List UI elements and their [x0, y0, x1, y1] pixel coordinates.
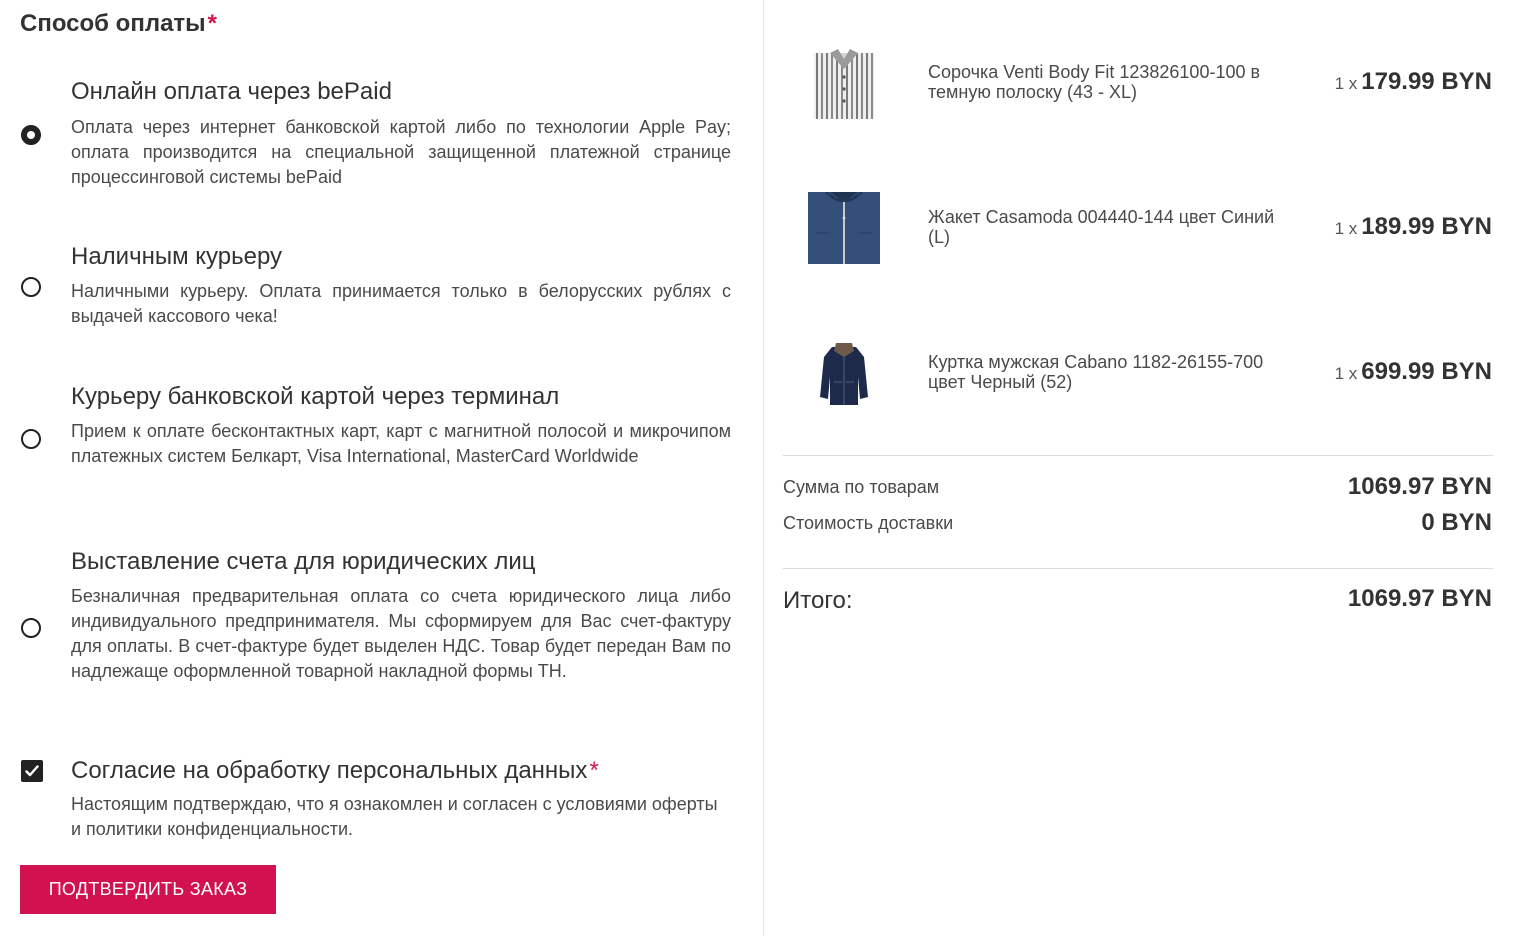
check-icon — [25, 765, 39, 777]
item-name[interactable]: Куртка мужская Cabano 1182-26155-700 цве… — [928, 352, 1298, 392]
subtotal-value: 1069.97 BYN — [1347, 473, 1492, 500]
item-name[interactable]: Сорочка Venti Body Fit 123826100-100 в т… — [928, 62, 1298, 102]
item-price: 1 x 189.99 BYN — [1335, 213, 1492, 241]
consent-checkbox[interactable] — [21, 760, 43, 782]
option-title[interactable]: Наличным курьеру — [71, 243, 282, 271]
option-description: Оплата через интернет банковской картой … — [71, 117, 731, 187]
option-description: Прием к оплате бесконтактных карт, карт … — [71, 421, 731, 466]
option-title[interactable]: Курьеру банковской картой через терминал — [71, 383, 559, 411]
shirt-thumbnail[interactable] — [808, 47, 880, 119]
subtotal-label: Сумма по товарам — [783, 477, 940, 497]
option-title[interactable]: Выставление счета для юридических лиц — [71, 548, 536, 576]
order-summary-panel: Сорочка Venti Body Fit 123826100-100 в т… — [764, 0, 1513, 936]
item-qty: 1 x — [1334, 74, 1358, 93]
radio-card-terminal[interactable] — [21, 429, 41, 449]
coat-thumbnail[interactable] — [808, 337, 880, 409]
total-label: Итого: — [783, 587, 853, 614]
radio-invoice[interactable] — [21, 618, 41, 638]
option-description: Безналичная предварительная оплата со сч… — [71, 586, 731, 681]
radio-cash-courier[interactable] — [21, 277, 41, 297]
payment-section-title: Способ оплаты* — [20, 10, 217, 38]
jacket-thumbnail[interactable] — [808, 190, 880, 264]
payment-panel: Способ оплаты* Онлайн оплата через bePai… — [0, 0, 762, 936]
item-qty: 1 x — [1334, 364, 1358, 383]
consent-description: Настоящим подтверждаю, что я ознакомлен … — [71, 794, 718, 839]
item-name[interactable]: Жакет Casamoda 004440-144 цвет Синий (L) — [928, 207, 1298, 247]
cart-item: Сорочка Venti Body Fit 123826100-100 в т… — [764, 42, 1513, 122]
item-price: 1 x 699.99 BYN — [1335, 358, 1492, 386]
required-mark: * — [589, 757, 599, 784]
consent-title[interactable]: Согласие на обработку персональных данны… — [71, 757, 599, 785]
option-title[interactable]: Онлайн оплата через bePaid — [71, 78, 392, 106]
total-divider — [783, 568, 1493, 569]
item-price-value: 699.99 BYN — [1361, 358, 1492, 385]
option-description: Наличными курьеру. Оплата принимается то… — [71, 281, 731, 326]
item-price: 1 x 179.99 BYN — [1335, 68, 1492, 96]
cart-item: Жакет Casamoda 004440-144 цвет Синий (L)… — [764, 187, 1513, 267]
delivery-label: Стоимость доставки — [783, 513, 954, 533]
cart-item: Куртка мужская Cabano 1182-26155-700 цве… — [764, 332, 1513, 412]
item-qty: 1 x — [1334, 219, 1358, 238]
item-price-value: 179.99 BYN — [1361, 68, 1492, 95]
delivery-value: 0 BYN — [1421, 509, 1492, 536]
item-price-value: 189.99 BYN — [1361, 213, 1492, 240]
radio-bepaid[interactable] — [21, 125, 41, 145]
confirm-order-button[interactable]: ПОДТВЕРДИТЬ ЗАКАЗ — [20, 865, 276, 914]
summary-divider — [783, 455, 1493, 456]
payment-title-text: Способ оплаты — [20, 10, 206, 37]
required-mark: * — [207, 10, 218, 37]
total-value: 1069.97 BYN — [1347, 585, 1492, 612]
consent-title-text[interactable]: Согласие на обработку персональных данны… — [71, 757, 587, 784]
